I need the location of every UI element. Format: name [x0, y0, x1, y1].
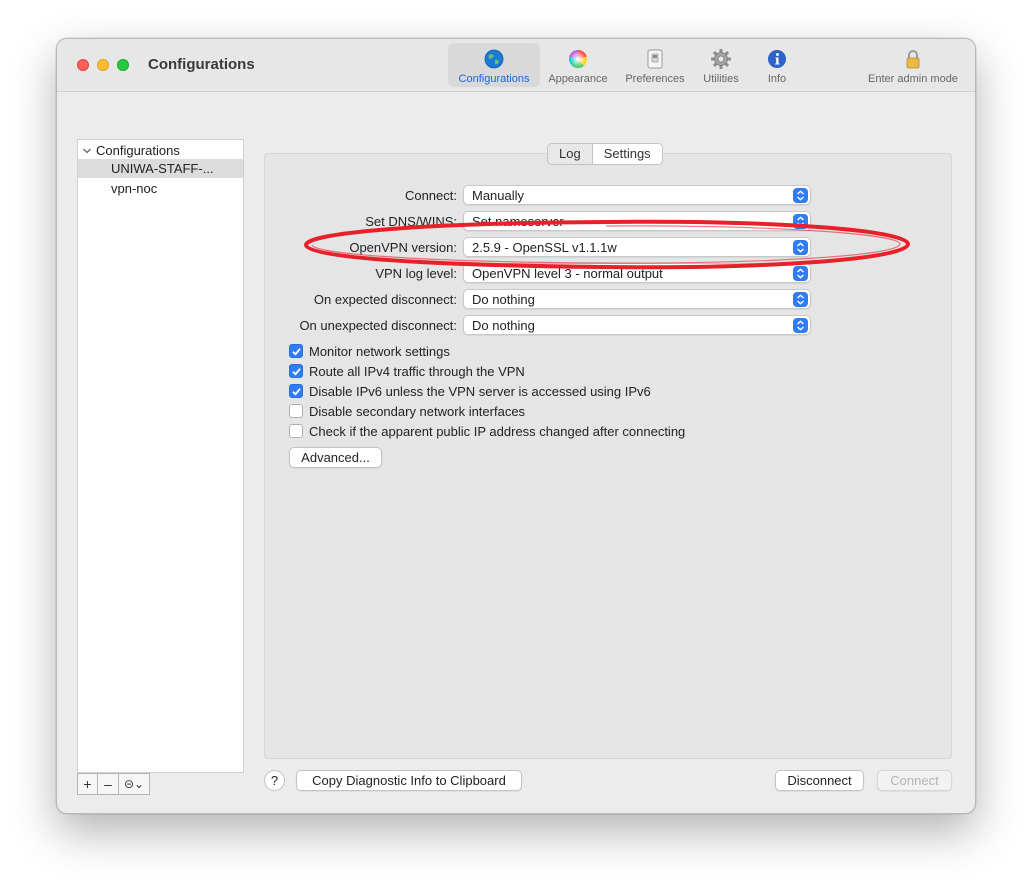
expected-disconnect-label: On expected disconnect:	[313, 292, 457, 307]
unexpected-disconnect-row: On unexpected disconnect:	[57, 315, 457, 336]
toolbar-configurations-label: Configurations	[458, 73, 530, 85]
updown-arrows-icon	[793, 188, 808, 203]
expected-disconnect-row: On expected disconnect:	[57, 289, 457, 310]
check-public-ip-checkbox[interactable]	[289, 424, 303, 438]
route-ipv4-checkbox[interactable]	[289, 364, 303, 378]
updown-arrows-icon	[793, 214, 808, 229]
actions-menu-button[interactable]: ⊝⌄	[119, 773, 150, 795]
toolbar-configurations[interactable]: Configurations	[448, 43, 540, 87]
copy-diagnostic-button[interactable]: Copy Diagnostic Info to Clipboard	[296, 770, 522, 791]
connect-label: Connect:	[404, 188, 457, 203]
connect-button[interactable]: Connect	[877, 770, 952, 791]
dns-row: Set DNS/WINS:	[57, 211, 457, 232]
monitor-network-checkbox[interactable]	[289, 344, 303, 358]
zoom-window-button[interactable]	[117, 59, 129, 71]
disable-secondary-checkbox-row[interactable]: Disable secondary network interfaces	[289, 402, 525, 420]
expected-disconnect-popup[interactable]: Do nothing	[463, 289, 811, 309]
tab-log[interactable]: Log	[548, 144, 592, 164]
sidebar-item-uniwa-staff[interactable]: UNIWA-STAFF-...	[78, 159, 243, 178]
window-title: Configurations	[148, 56, 255, 73]
globe-icon	[484, 49, 504, 69]
updown-arrows-icon	[793, 318, 808, 333]
tab-settings[interactable]: Settings	[591, 144, 662, 164]
log-level-popup[interactable]: OpenVPN level 3 - normal output	[463, 263, 811, 283]
toolbar-admin-label: Enter admin mode	[868, 73, 958, 85]
sidebar-header-label: Configurations	[96, 143, 180, 158]
toolbar-utilities-label: Utilities	[703, 73, 739, 85]
add-configuration-button[interactable]: +	[77, 773, 98, 795]
toolbar-info-label: Info	[767, 73, 787, 85]
connect-row: Connect:	[57, 185, 457, 206]
toolbar-preferences[interactable]: Preferences	[621, 43, 689, 87]
toolbar-utilities[interactable]: Utilities	[693, 43, 749, 87]
updown-arrows-icon	[793, 292, 808, 307]
openvpn-version-value: 2.5.9 - OpenSSL v1.1.1w	[472, 240, 617, 255]
gear-icon	[711, 49, 731, 69]
connect-value: Manually	[472, 188, 525, 203]
route-ipv4-label: Route all IPv4 traffic through the VPN	[309, 363, 525, 379]
check-public-ip-checkbox-row[interactable]: Check if the apparent public IP address …	[289, 422, 685, 440]
route-ipv4-checkbox-row[interactable]: Route all IPv4 traffic through the VPN	[289, 362, 525, 380]
lock-icon	[906, 50, 920, 69]
toolbar-admin-mode[interactable]: Enter admin mode	[862, 43, 964, 87]
openvpn-version-popup[interactable]: 2.5.9 - OpenSSL v1.1.1w	[463, 237, 811, 257]
dns-label: Set DNS/WINS:	[365, 214, 457, 229]
configurations-sidebar: Configurations UNIWA-STAFF-... vpn-noc	[77, 139, 244, 773]
main-window: Configurations Configurations Appearance…	[56, 38, 976, 814]
dns-popup[interactable]: Set nameserver	[463, 211, 811, 231]
minimize-window-button[interactable]	[97, 59, 109, 71]
chevron-down-icon	[83, 148, 91, 153]
toolbar-preferences-label: Preferences	[625, 73, 685, 85]
check-public-ip-label: Check if the apparent public IP address …	[309, 423, 686, 439]
toolbar-info[interactable]: Info	[757, 43, 797, 87]
log-level-label: VPN log level:	[375, 266, 457, 281]
connect-popup[interactable]: Manually	[463, 185, 811, 205]
toolbar-appearance-label: Appearance	[548, 73, 608, 85]
disable-secondary-checkbox[interactable]	[289, 404, 303, 418]
info-icon	[768, 50, 786, 68]
help-button[interactable]: ?	[264, 770, 285, 791]
expected-disconnect-value: Do nothing	[472, 292, 535, 307]
disable-ipv6-checkbox[interactable]	[289, 384, 303, 398]
advanced-button[interactable]: Advanced...	[289, 447, 382, 468]
log-level-value: OpenVPN level 3 - normal output	[472, 266, 663, 281]
sidebar-item-label: UNIWA-STAFF-...	[111, 161, 214, 176]
sidebar-header[interactable]: Configurations	[82, 143, 180, 158]
unexpected-disconnect-popup[interactable]: Do nothing	[463, 315, 811, 335]
openvpn-version-label: OpenVPN version:	[349, 240, 457, 255]
remove-configuration-button[interactable]: –	[98, 773, 119, 795]
color-wheel-icon	[569, 50, 587, 68]
switch-icon	[647, 49, 663, 69]
dns-value: Set nameserver	[472, 214, 564, 229]
close-window-button[interactable]	[77, 59, 89, 71]
title-bar: Configurations Configurations Appearance…	[57, 39, 975, 92]
disconnect-button[interactable]: Disconnect	[775, 770, 864, 791]
disable-ipv6-checkbox-row[interactable]: Disable IPv6 unless the VPN server is ac…	[289, 382, 651, 400]
unexpected-disconnect-label: On unexpected disconnect:	[299, 318, 457, 333]
monitor-network-label: Monitor network settings	[309, 343, 450, 359]
log-settings-tabs: Log Settings	[547, 143, 663, 165]
log-level-row: VPN log level:	[57, 263, 457, 284]
disable-secondary-label: Disable secondary network interfaces	[309, 403, 526, 419]
toolbar-appearance[interactable]: Appearance	[544, 43, 612, 87]
sidebar-toolbar: + – ⊝⌄	[77, 773, 150, 795]
monitor-network-checkbox-row[interactable]: Monitor network settings	[289, 342, 450, 360]
openvpn-version-row: OpenVPN version:	[57, 237, 457, 258]
updown-arrows-icon	[793, 240, 808, 255]
disable-ipv6-label: Disable IPv6 unless the VPN server is ac…	[309, 383, 651, 399]
unexpected-disconnect-value: Do nothing	[472, 318, 535, 333]
updown-arrows-icon	[793, 266, 808, 281]
